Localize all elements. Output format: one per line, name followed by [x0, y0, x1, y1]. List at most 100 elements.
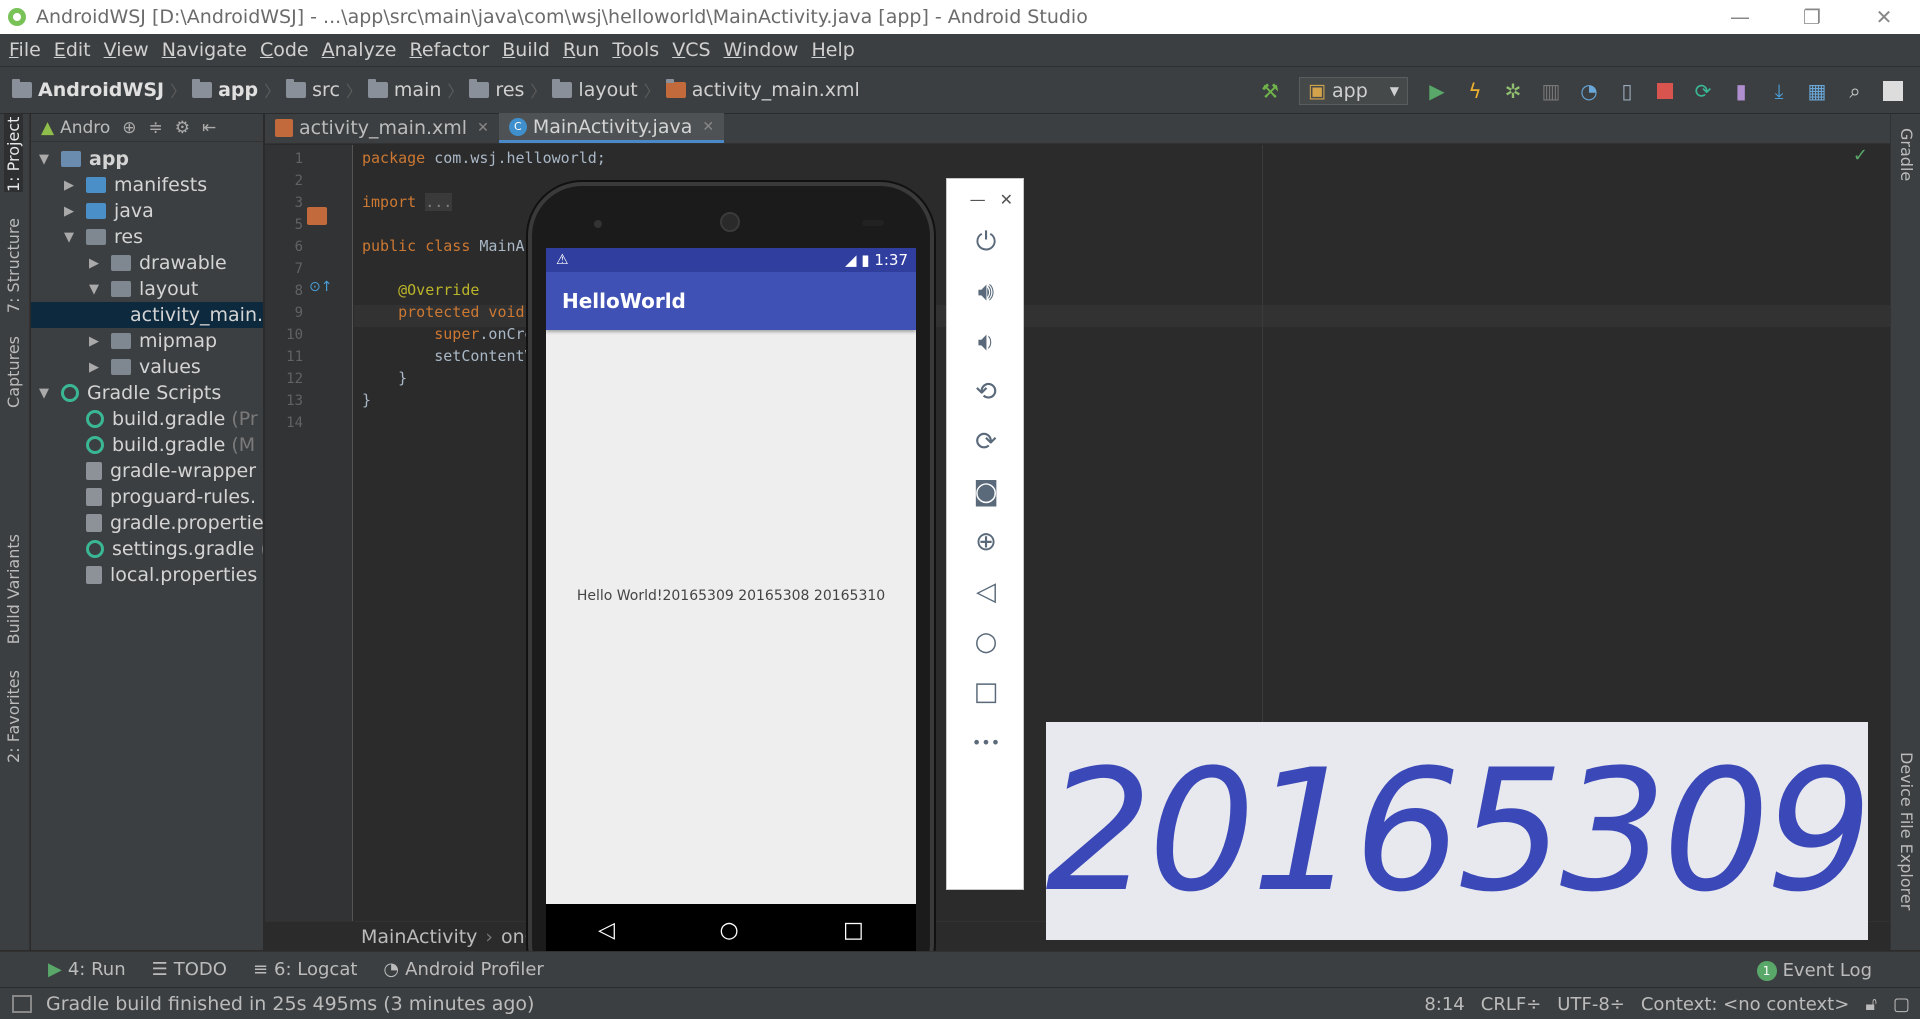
close-window-button[interactable]: ✕ — [1848, 0, 1920, 34]
breadcrumb-main[interactable]: main 〉 — [367, 78, 463, 102]
make-project-icon[interactable]: ⚒ — [1257, 78, 1283, 104]
tree-item[interactable]: ▶ manifests — [31, 172, 263, 198]
collapsed-arrow-icon[interactable]: ▶ — [87, 334, 101, 349]
menu-window[interactable]: Window — [719, 39, 804, 61]
tab-gradle[interactable]: Gradle — [1897, 128, 1916, 181]
collapsed-arrow-icon[interactable]: ▶ — [87, 256, 101, 271]
crosshair-icon[interactable]: ⊕ — [122, 118, 136, 138]
power-icon[interactable]: ⏻ — [967, 223, 1005, 261]
tab-favorites[interactable]: 2: Favorites — [4, 670, 23, 763]
restore-button[interactable]: ❐ — [1776, 0, 1848, 34]
breadcrumb-layout[interactable]: layout 〉 — [552, 78, 660, 102]
stop-icon[interactable] — [1652, 78, 1678, 104]
close-emulator-icon[interactable]: ✕ — [1000, 190, 1013, 209]
tree-item[interactable]: activity_main.xml — [31, 302, 263, 328]
tab-project[interactable]: 1: Project — [4, 114, 23, 192]
nav-recents-icon[interactable]: □ — [843, 918, 864, 943]
breadcrumb-androidwsj[interactable]: AndroidWSJ 〉 — [12, 78, 186, 102]
tree-item[interactable]: ▶ java — [31, 198, 263, 224]
menu-help[interactable]: Help — [806, 39, 859, 61]
rotate-right-icon[interactable]: ⟳ — [967, 423, 1005, 461]
tree-item[interactable]: gradle.properties — [31, 510, 263, 536]
code-line[interactable]: import ... — [362, 193, 453, 211]
menu-refactor[interactable]: Refactor — [404, 39, 494, 61]
attach-debugger-icon[interactable]: ▯ — [1614, 78, 1640, 104]
tab-device-file-explorer[interactable]: Device File Explorer — [1897, 752, 1916, 910]
editor-tab-mainactivity-java[interactable]: C MainActivity.java ✕ — [498, 113, 725, 143]
menu-code[interactable]: Code — [255, 39, 314, 61]
expanded-arrow-icon[interactable]: ▼ — [37, 386, 51, 401]
tree-item[interactable]: build.gradle (M — [31, 432, 263, 458]
expanded-arrow-icon[interactable]: ▼ — [87, 282, 101, 297]
overview-icon[interactable]: □ — [967, 673, 1005, 711]
breadcrumb-src[interactable]: src 〉 — [286, 78, 362, 102]
code-line[interactable]: package com.wsj.helloworld; — [362, 149, 606, 167]
tool-6-logcat[interactable]: ≡ 6: Logcat — [253, 959, 357, 980]
search-icon[interactable]: ⌕ — [1842, 78, 1868, 104]
home-icon[interactable]: ○ — [967, 623, 1005, 661]
zoom-icon[interactable]: ⊕ — [967, 523, 1005, 561]
code-line[interactable]: } — [362, 369, 407, 387]
tree-item[interactable]: ▼ app — [31, 146, 263, 172]
breadcrumb-app[interactable]: app 〉 — [192, 78, 280, 102]
tree-item[interactable]: ▶ drawable — [31, 250, 263, 276]
project-view-select[interactable]: Andro — [60, 118, 110, 138]
tree-item[interactable]: ▼ res — [31, 224, 263, 250]
tab-captures[interactable]: Captures — [4, 336, 23, 408]
rotate-left-icon[interactable]: ⟲ — [967, 373, 1005, 411]
collapsed-arrow-icon[interactable]: ▶ — [62, 204, 76, 219]
context-indicator[interactable]: Context: <no context> — [1641, 994, 1849, 1015]
tool-todo[interactable]: ☰ TODO — [152, 959, 227, 980]
lock-icon[interactable]: 🔓︎ — [1865, 994, 1877, 1015]
menu-view[interactable]: View — [99, 39, 154, 61]
hide-panel-icon[interactable]: ⇤ — [202, 118, 216, 138]
tab-structure[interactable]: 7: Structure — [4, 218, 23, 313]
emulator-screen[interactable]: ⚠ ◢ ▮ 1:37 HelloWorld Hello World!201653… — [546, 248, 916, 904]
more-icon[interactable]: ••• — [967, 723, 1005, 761]
breadcrumb-activity-main-xml[interactable]: activity_main.xml — [665, 79, 860, 101]
menu-tools[interactable]: Tools — [607, 39, 664, 61]
nav-back-icon[interactable]: ◁ — [598, 918, 615, 943]
tree-item[interactable]: ▶ mipmap — [31, 328, 263, 354]
event-log-button[interactable]: 1 Event Log — [1756, 960, 1872, 981]
tree-item[interactable]: build.gradle (Pr — [31, 406, 263, 432]
tool-window-toggle-icon[interactable] — [12, 995, 32, 1013]
menu-run[interactable]: Run — [558, 39, 604, 61]
sdk-manager-icon[interactable]: ⤓ — [1766, 78, 1792, 104]
menu-analyze[interactable]: Analyze — [317, 39, 402, 61]
editor-tab-activity-main-xml[interactable]: activity_main.xml ✕ — [265, 113, 499, 143]
menu-edit[interactable]: Edit — [49, 39, 96, 61]
profile-icon[interactable]: ◔ — [1576, 78, 1602, 104]
camera-icon[interactable]: ◙ — [967, 473, 1005, 511]
coverage-icon[interactable]: ▥ — [1538, 78, 1564, 104]
event-icon[interactable]: ▢ — [1893, 994, 1910, 1015]
menu-vcs[interactable]: VCS — [667, 39, 715, 61]
tree-item[interactable]: settings.gradle( — [31, 536, 263, 562]
minimize-button[interactable]: — — [1704, 0, 1776, 34]
menu-file[interactable]: File — [4, 39, 46, 61]
debug-icon[interactable]: ✲ — [1500, 78, 1526, 104]
expanded-arrow-icon[interactable]: ▼ — [62, 230, 76, 245]
menu-navigate[interactable]: Navigate — [157, 39, 252, 61]
minimize-emulator-icon[interactable]: — — [970, 190, 986, 209]
breadcrumb-class[interactable]: MainActivity — [361, 926, 477, 948]
volume-up-icon[interactable]: 🔊︎ — [967, 273, 1005, 311]
apply-changes-icon[interactable]: ϟ — [1462, 78, 1488, 104]
code-line[interactable]: } — [362, 391, 371, 409]
tree-item[interactable]: ▶ values — [31, 354, 263, 380]
close-tab-icon[interactable]: ✕ — [477, 120, 489, 136]
user-icon[interactable] — [1880, 78, 1906, 104]
tree-item[interactable]: proguard-rules. — [31, 484, 263, 510]
run-icon[interactable]: ▶ — [1424, 78, 1450, 104]
gear-icon[interactable]: ⚙ — [175, 118, 190, 138]
collapse-icon[interactable]: ≑ — [149, 118, 163, 138]
tool-4-run[interactable]: ▶ 4: Run — [48, 959, 126, 980]
volume-down-icon[interactable]: 🔉︎ — [967, 323, 1005, 361]
project-structure-icon[interactable]: ▦ — [1804, 78, 1830, 104]
tab-build-variants[interactable]: Build Variants — [4, 534, 23, 644]
nav-home-icon[interactable]: ○ — [719, 918, 738, 943]
line-separator[interactable]: CRLF÷ — [1481, 994, 1542, 1015]
collapsed-arrow-icon[interactable]: ▶ — [87, 360, 101, 375]
file-encoding[interactable]: UTF-8÷ — [1557, 994, 1625, 1015]
caret-position[interactable]: 8:14 — [1424, 994, 1464, 1015]
